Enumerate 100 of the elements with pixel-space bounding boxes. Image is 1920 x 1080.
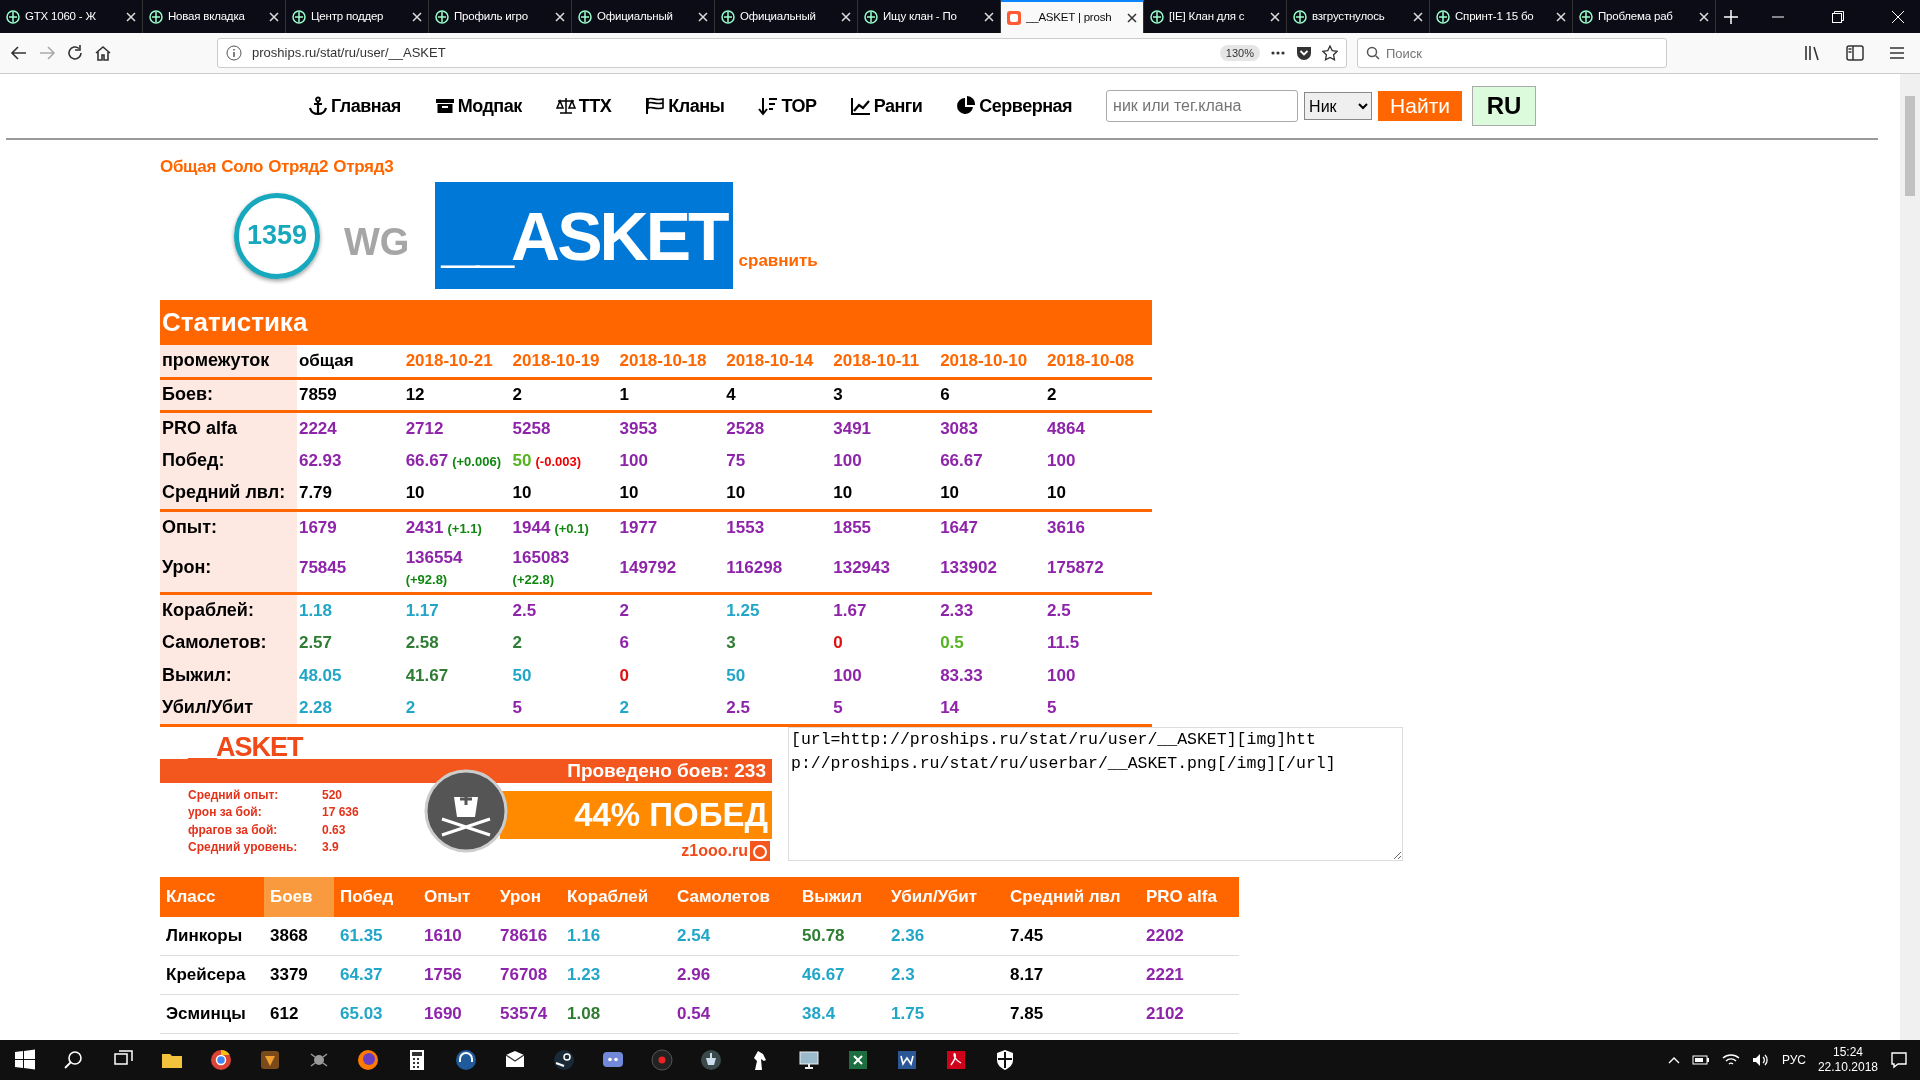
row-label: Кораблей: — [160, 593, 297, 626]
stat-label: фрагов за бой: — [188, 821, 279, 839]
table-cell: 2.5 — [1045, 593, 1152, 626]
table-cell: 78616 — [494, 916, 561, 956]
browser-icon[interactable] — [355, 1048, 380, 1072]
nav-link[interactable]: TOP — [758, 92, 817, 120]
site-icon — [578, 9, 592, 24]
back-icon[interactable] — [10, 44, 28, 62]
windows-icon[interactable] — [12, 1048, 37, 1072]
menu-icon[interactable] — [1888, 44, 1906, 62]
library-icon[interactable] — [1804, 44, 1822, 62]
record-icon[interactable] — [649, 1048, 674, 1072]
table-cell: 2 — [510, 378, 618, 411]
table-cell: 1.17 — [403, 593, 511, 626]
pocket-icon[interactable] — [1296, 45, 1312, 61]
sort-icon — [758, 96, 779, 116]
nav-link[interactable]: Главная — [307, 92, 401, 120]
table-cell: 12 — [403, 378, 511, 411]
clock-date[interactable]: 22.10.2018 — [1817, 1060, 1878, 1075]
monitor-icon[interactable] — [796, 1048, 821, 1072]
table-cell: 2202 — [1140, 916, 1239, 956]
url-text: proships.ru/stat/ru/user/__ASKET — [252, 44, 446, 63]
site-icon — [1436, 9, 1450, 24]
cell-value: 1944 — [512, 517, 551, 537]
table-cell-text: 100 — [832, 449, 863, 472]
nav-link[interactable]: Ранги — [850, 92, 923, 120]
scrollbar[interactable] — [1900, 74, 1920, 1040]
star-icon[interactable] — [1322, 45, 1338, 61]
site-icon — [292, 9, 306, 24]
table-cell: 2102 — [1140, 994, 1239, 1034]
table-cell: 7.45 — [1004, 916, 1140, 956]
scrollbar-thumb[interactable] — [1905, 96, 1915, 196]
browser-icon[interactable] — [208, 1048, 233, 1072]
table-cell: 1610 — [418, 916, 494, 956]
notification-icon[interactable] — [1890, 1051, 1908, 1069]
stat-label: Средний опыт: — [188, 786, 280, 804]
battery-icon[interactable] — [1691, 1054, 1710, 1066]
browser-tab[interactable]: __ASKET | prosh — [1001, 0, 1144, 33]
table-cell: 2528 — [724, 411, 832, 444]
table-cell: 1553 — [724, 510, 832, 543]
table-cell: 1.23 — [561, 955, 671, 995]
table-cell: 50.78 — [796, 916, 885, 956]
site-name: z1ooo.ru — [681, 840, 748, 861]
steam-icon[interactable] — [551, 1048, 576, 1072]
row-label: промежуток — [160, 345, 297, 378]
anchor-icon — [307, 96, 328, 116]
table-cell: 10 — [831, 477, 939, 510]
nav-link[interactable]: Кланы — [645, 92, 725, 120]
player-name: __ASKET — [435, 182, 733, 289]
table-cell: Линкоры — [160, 916, 264, 956]
mode-select[interactable]: Ник — [1304, 92, 1373, 120]
nav-link[interactable]: Модпак — [434, 92, 522, 120]
close-icon[interactable] — [1127, 12, 1137, 23]
stat-label: урон за бой: — [188, 804, 263, 821]
table-cell: 2.96 — [671, 955, 796, 995]
stat-value: 0.63 — [322, 822, 346, 837]
table-cell: 2018-10-18 — [617, 345, 725, 378]
sidebar-icon[interactable] — [1846, 44, 1864, 62]
table-cell: 4864 — [1045, 411, 1152, 444]
language-button[interactable]: RU — [1472, 86, 1537, 126]
code-field[interactable]: [url=http://proships.ru/stat/ru/user/__ASKET][img]http://proships.ru/stat/ru/userbar/__ASKET.png[/img][/url] — [788, 726, 1403, 861]
value-change: (+0.006) — [452, 453, 501, 469]
new-tab-icon[interactable] — [1724, 9, 1738, 24]
nav-link[interactable]: Серверная — [956, 92, 1073, 120]
table-cell: 2018-10-11 — [831, 345, 939, 378]
site-icon — [6, 9, 20, 24]
restore-icon[interactable] — [1832, 10, 1844, 23]
table-cell-text: 6 — [618, 631, 630, 654]
home-icon[interactable] — [94, 44, 112, 62]
table-cell: 7859 — [296, 378, 404, 411]
table-cell: 132943 — [831, 543, 939, 593]
flag-icon — [645, 96, 666, 116]
table-cell-text: 100 — [1046, 449, 1077, 472]
volume-icon[interactable] — [1751, 1053, 1770, 1067]
row-label: Самолетов: — [160, 626, 297, 659]
table-cell: 3616 — [1045, 510, 1152, 543]
reload-icon[interactable] — [66, 44, 84, 62]
nav-link[interactable]: ТТХ — [555, 92, 612, 120]
win-rate: 44% ПОБЕД — [500, 790, 772, 839]
site-icon — [1150, 9, 1164, 24]
zoom-level[interactable]: 130% — [1219, 44, 1260, 62]
wifi-icon[interactable] — [1721, 1053, 1740, 1067]
nick-field[interactable]: ник или тег.клана — [1106, 90, 1299, 122]
value-change: (-0.003) — [535, 453, 582, 469]
table-cell: 612 — [264, 994, 334, 1034]
table-cell: 2 — [617, 593, 725, 626]
address-bar[interactable]: proships.ru/stat/ru/user/__ASKET 130% — [217, 38, 1347, 68]
clan-tag: WG — [344, 214, 410, 271]
input-language[interactable]: РУС — [1781, 1051, 1806, 1069]
headset-icon[interactable] — [453, 1048, 478, 1072]
info-icon — [226, 45, 242, 61]
row-label: Урон: — [160, 543, 297, 593]
table-cell: 1647 — [938, 510, 1046, 543]
table-cell-text: 0 — [618, 664, 630, 687]
table-cell: 2018-10-08 — [1045, 345, 1152, 378]
table-cell-text: 3 — [725, 631, 737, 654]
search-field[interactable]: Поиск — [1357, 38, 1667, 68]
clock-time[interactable]: 15:24 — [1817, 1045, 1878, 1060]
table-cell: 3083 — [938, 411, 1046, 444]
table-cell: 6 — [938, 378, 1046, 411]
